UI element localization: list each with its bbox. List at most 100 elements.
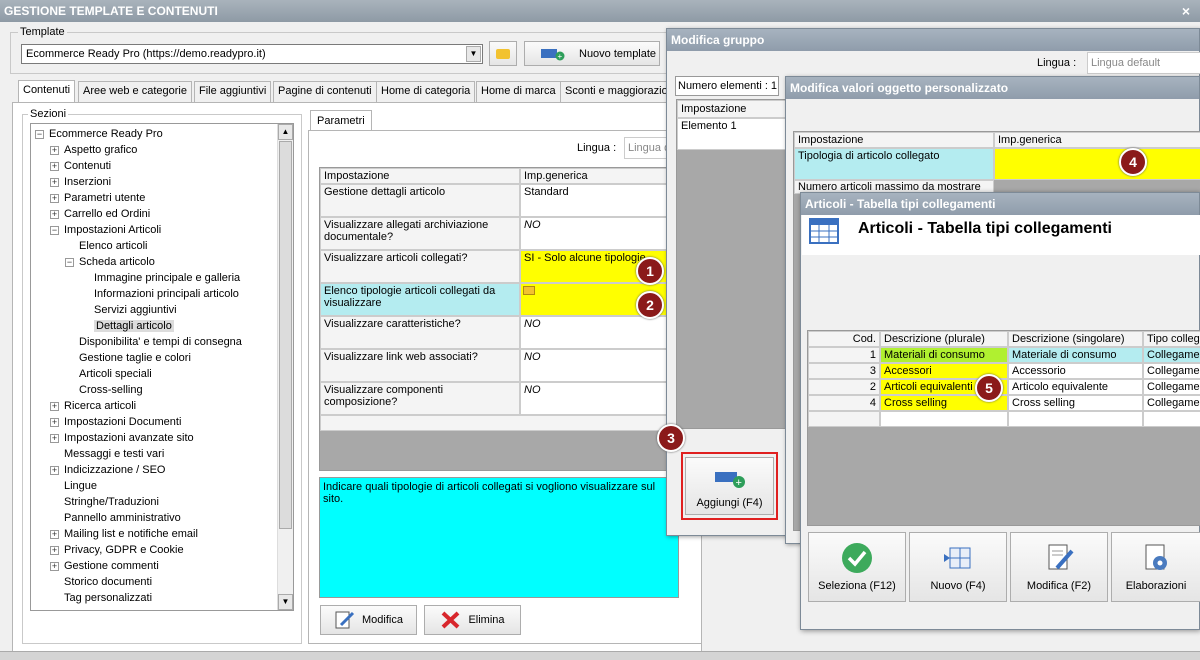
param-row-value[interactable]: Standard (520, 184, 678, 217)
expand-icon[interactable]: + (50, 401, 59, 411)
tree-item[interactable]: + Privacy, GDPR e Cookie (50, 542, 184, 558)
tree-item[interactable]: + Mailing list e notifiche email (50, 526, 198, 542)
tab-home-marca[interactable]: Home di marca (476, 81, 561, 102)
tabella-cell[interactable]: Collegamen (1143, 395, 1200, 411)
param-row-name[interactable]: Visualizzare articoli collegati? (320, 250, 520, 283)
tabella-empty-cell[interactable] (808, 411, 880, 427)
tabella-cell[interactable]: Materiale di consumo (1008, 347, 1143, 363)
tabella-cell[interactable]: 1 (808, 347, 880, 363)
tabella-cell[interactable]: Collegamen (1143, 347, 1200, 363)
collapse-icon[interactable]: − (50, 225, 59, 235)
param-row-name[interactable]: Visualizzare allegati archiviazione docu… (320, 217, 520, 250)
tree-item[interactable]: Messaggi e testi vari (50, 446, 164, 462)
tabella-col-header[interactable]: Descrizione (singolare) (1008, 331, 1143, 347)
tree-item[interactable]: Articoli speciali (65, 366, 152, 382)
tree-item[interactable]: + Impostazioni Documenti (50, 414, 181, 430)
tabella-grid[interactable]: Cod. Descrizione (plurale) Descrizione (si… (807, 330, 1200, 526)
expand-icon[interactable]: + (50, 209, 59, 219)
nuovo-button[interactable]: Nuovo (F4) (909, 532, 1007, 602)
close-icon[interactable]: × (1182, 0, 1190, 22)
new-template-button[interactable]: + Nuovo template (524, 41, 660, 66)
tab-sconti[interactable]: Sconti e maggiorazio (560, 81, 673, 102)
tabella-cell[interactable]: 4 (808, 395, 880, 411)
tree-item[interactable]: Cross-selling (65, 382, 143, 398)
tree-item[interactable]: + Impostazioni avanzate sito (50, 430, 194, 446)
tree-item[interactable]: Lingue (50, 478, 97, 494)
param-row-value[interactable]: NO (520, 349, 678, 382)
tabella-cell[interactable]: Collegamen (1143, 379, 1200, 395)
params-grid[interactable]: Impostazione Imp.generica Gestione detta… (319, 167, 679, 471)
collapse-icon[interactable]: − (65, 257, 74, 267)
tabella-cell[interactable]: Accessorio (1008, 363, 1143, 379)
tree-item[interactable]: Dettagli articolo (80, 318, 174, 334)
sections-tree[interactable]: − Ecommerce Ready Pro + Aspetto grafico + Con… (30, 123, 294, 611)
tree-item[interactable]: + Contenuti (50, 158, 111, 174)
tree-item[interactable]: + Carrello ed Ordini (50, 206, 150, 222)
param-row-value[interactable]: NO (520, 217, 678, 250)
tree-item[interactable]: + Aspetto grafico (50, 142, 137, 158)
param-row-value[interactable]: NO (520, 316, 678, 349)
tree-item[interactable]: Disponibilita' e tempi di consegna (65, 334, 242, 350)
expand-icon[interactable]: + (50, 529, 59, 539)
tree-item[interactable]: Gestione taglie e colori (65, 350, 191, 366)
tabella-empty-cell[interactable] (880, 411, 1008, 427)
expand-icon[interactable]: + (50, 161, 59, 171)
scroll-down-icon[interactable]: ▼ (278, 594, 293, 610)
seleziona-button[interactable]: Seleziona (F12) (808, 532, 906, 602)
tree-item[interactable]: Pannello amministrativo (50, 510, 181, 526)
aggiungi-button[interactable]: + Aggiungi (F4) (685, 457, 774, 515)
tree-item[interactable]: Tag personalizzati (50, 590, 152, 606)
collapse-icon[interactable]: − (35, 129, 44, 139)
modifica-f2-button[interactable]: Modifica (F2) (1010, 532, 1108, 602)
elaborazioni-button[interactable]: Elaborazioni (1111, 532, 1200, 602)
tree-item[interactable]: Immagine principale e galleria (80, 270, 240, 286)
scroll-thumb[interactable] (279, 141, 292, 529)
folder-icon[interactable] (523, 286, 535, 295)
expand-icon[interactable]: + (50, 177, 59, 187)
tree-item[interactable]: + Gestione commenti (50, 558, 159, 574)
expand-icon[interactable]: + (50, 417, 59, 427)
modifica-button[interactable]: Modifica (320, 605, 417, 635)
tree-item[interactable]: + Parametri utente (50, 190, 145, 206)
param-empty-row[interactable] (320, 415, 678, 431)
tabella-cell[interactable]: 3 (808, 363, 880, 379)
expand-icon[interactable]: + (50, 545, 59, 555)
valori-row-tipologia[interactable]: Tipologia di articolo collegato (794, 148, 994, 180)
param-row-name[interactable]: Elenco tipologie articoli collegati da v… (320, 283, 520, 316)
tabella-cell[interactable]: Articolo equivalente (1008, 379, 1143, 395)
tabella-cell[interactable]: Cross selling (1008, 395, 1143, 411)
gruppo-row[interactable]: Elemento 1 (677, 118, 797, 150)
tab-home-categoria[interactable]: Home di categoria (376, 81, 476, 102)
folder-button[interactable] (489, 41, 517, 66)
tabella-cell[interactable]: Collegamen (1143, 363, 1200, 379)
param-row-name[interactable]: Visualizzare link web associati? (320, 349, 520, 382)
tabella-col-header[interactable]: Cod. (808, 331, 880, 347)
param-row-name[interactable]: Visualizzare caratteristiche? (320, 316, 520, 349)
tabella-cell[interactable]: Materiali di consumo (880, 347, 1008, 363)
tabella-col-header[interactable]: Descrizione (plurale) (880, 331, 1008, 347)
tree-item[interactable]: Storico documenti (50, 574, 152, 590)
scroll-up-icon[interactable]: ▲ (278, 124, 293, 140)
param-row-value[interactable]: NO (520, 382, 678, 415)
template-select[interactable]: Ecommerce Ready Pro (https://demo.readyp… (21, 44, 483, 64)
tree-item[interactable]: − Scheda articolo (65, 254, 155, 270)
tree-item[interactable]: − Impostazioni Articoli (50, 222, 161, 238)
expand-icon[interactable]: + (50, 465, 59, 475)
tabella-cell[interactable]: 2 (808, 379, 880, 395)
expand-icon[interactable]: + (50, 561, 59, 571)
param-row-name[interactable]: Gestione dettagli articolo (320, 184, 520, 217)
tree-item[interactable]: + Inserzioni (50, 174, 111, 190)
tabella-empty-cell[interactable] (1008, 411, 1143, 427)
tree-scrollbar[interactable]: ▲ ▼ (277, 124, 293, 610)
expand-icon[interactable]: + (50, 145, 59, 155)
tab-pagine-contenuti[interactable]: Pagine di contenuti (273, 81, 377, 102)
tab-parametri[interactable]: Parametri (310, 110, 372, 131)
tree-item[interactable]: Stringhe/Traduzioni (50, 494, 159, 510)
gruppo-grid[interactable]: Impostazione Elemento 1 (676, 99, 797, 429)
tree-item[interactable]: Informazioni principali articolo (80, 286, 239, 302)
tab-file-aggiuntivi[interactable]: File aggiuntivi (194, 81, 272, 102)
tree-item[interactable]: + Indicizzazione / SEO (50, 462, 166, 478)
tabella-empty-cell[interactable] (1143, 411, 1200, 427)
tab-aree-web[interactable]: Aree web e categorie (78, 81, 192, 102)
tabella-col-header[interactable]: Tipo collega (1143, 331, 1200, 347)
